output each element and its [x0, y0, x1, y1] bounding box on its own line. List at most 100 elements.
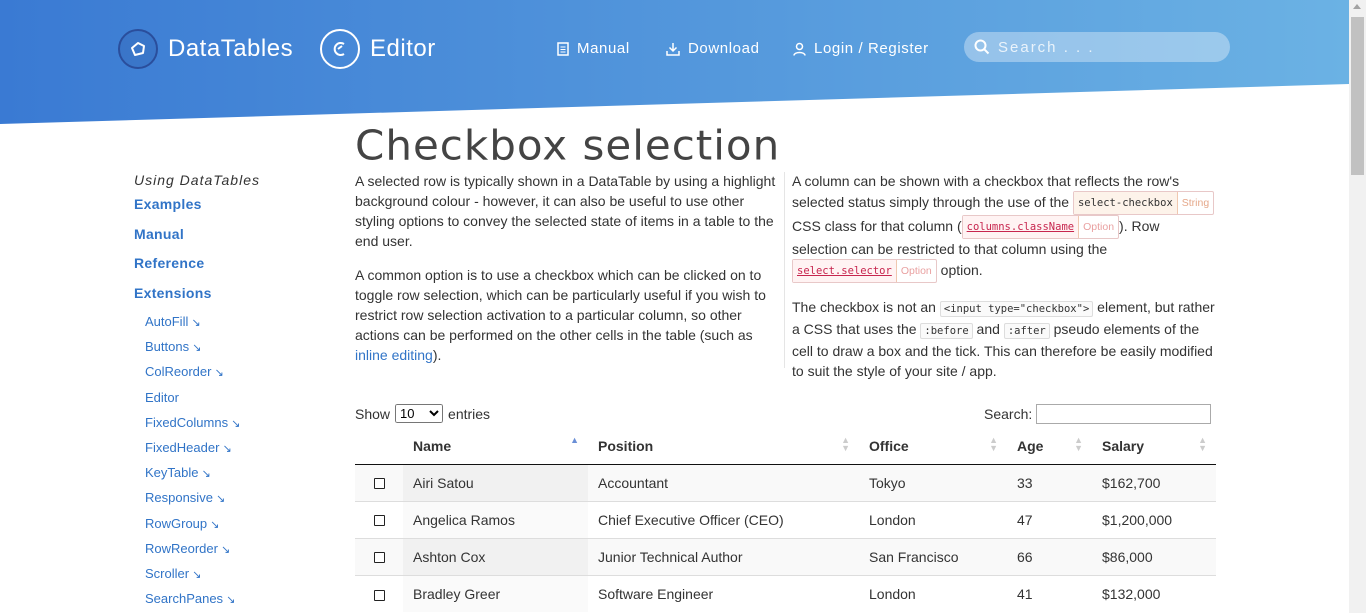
scrollbar-thumb[interactable] — [1351, 17, 1364, 175]
intro-paragraph: A common option is to use a checkbox whi… — [355, 265, 780, 365]
inline-editing-link[interactable]: inline editing — [355, 347, 433, 363]
sidebar-link-manual[interactable]: Manual — [134, 226, 334, 256]
sidebar-ext-fixedheader[interactable]: FixedHeader ↘ — [134, 440, 334, 465]
cell-salary: $132,000 — [1092, 574, 1216, 612]
document-icon — [557, 41, 569, 56]
tag-type: Option — [1083, 221, 1115, 233]
download-icon — [666, 42, 680, 56]
nav-manual-link[interactable]: Manual — [557, 40, 630, 57]
intro-paragraph: A column can be shown with a checkbox th… — [792, 171, 1217, 283]
external-arrow-icon: ↘ — [191, 317, 201, 329]
ext-label: ColReorder — [145, 364, 212, 380]
header-position[interactable]: Position ▲ ▼ — [588, 428, 859, 465]
checkbox-icon[interactable] — [373, 589, 385, 601]
table-filter: Search: — [984, 404, 1212, 424]
ext-label: Editor — [145, 389, 179, 405]
sort-both-icon: ▲ ▼ — [841, 435, 850, 453]
tag-type: Option — [900, 265, 932, 277]
sidebar-ext-autofill[interactable]: AutoFill ↘ — [134, 314, 334, 339]
table-search-label: Search: — [984, 406, 1033, 422]
header-salary[interactable]: Salary ▲ ▼ — [1092, 428, 1216, 465]
sidebar-link-extensions[interactable]: Extensions — [134, 285, 334, 315]
cell-salary: $1,200,000 — [1092, 500, 1216, 538]
data-table: Name ▲ Position ▲ ▼ Office ▲ ▼ Age ▲ ▼ Salary ▲ ▼… — [355, 428, 1216, 612]
select-checkbox-cell[interactable] — [355, 463, 403, 501]
sidebar-link-examples[interactable]: Examples — [134, 196, 334, 226]
ext-label: SearchPanes — [145, 591, 224, 607]
sidebar-ext-fixedcolumns[interactable]: FixedColumns ↘ — [134, 415, 334, 440]
page-scrollbar[interactable] — [1349, 0, 1366, 613]
ext-label: RowReorder — [145, 540, 218, 556]
inline-code: :after — [1003, 323, 1050, 339]
table-row[interactable]: Ashton Cox Junior Technical Author San F… — [355, 537, 1216, 575]
site-search-input[interactable] — [998, 38, 1208, 56]
cell-name: Airi Satou — [403, 463, 588, 501]
editor-brand-link[interactable]: Editor — [320, 29, 436, 69]
external-arrow-icon: ↘ — [215, 493, 226, 506]
cell-office: San Francisco — [859, 537, 1007, 575]
sidebar-ext-editor[interactable]: Editor — [134, 390, 334, 415]
intro-paragraph: The checkbox is not an <input type="chec… — [792, 297, 1217, 381]
sort-asc-icon: ▲ — [570, 435, 579, 445]
sidebar-ext-scroller[interactable]: Scroller ↘ — [134, 566, 334, 591]
ext-label: Scroller — [145, 565, 190, 581]
external-arrow-icon: ↘ — [210, 518, 220, 531]
header-label: Age — [1017, 437, 1044, 454]
ext-label: Buttons — [145, 339, 190, 355]
sidebar-ext-searchpanes[interactable]: SearchPanes ↘ — [134, 591, 334, 613]
checkbox-icon[interactable] — [373, 478, 385, 490]
tag-name: columns.className — [962, 216, 1080, 238]
sidebar-ext-rowgroup[interactable]: RowGroup ↘ — [134, 516, 334, 541]
datatables-brand-link[interactable]: DataTables — [118, 29, 293, 69]
external-arrow-icon: ↘ — [201, 468, 211, 481]
tag-type: String — [1181, 197, 1210, 209]
scroll-up-arrow-icon[interactable] — [1353, 4, 1361, 9]
header-age[interactable]: Age ▲ ▼ — [1007, 428, 1092, 465]
columns-classname-tag[interactable]: columns.className Option — [961, 215, 1120, 239]
sidebar-ext-rowreorder[interactable]: RowReorder ↘ — [134, 541, 334, 566]
checkbox-icon[interactable] — [373, 552, 385, 564]
page-length-select[interactable]: 10 — [395, 404, 444, 423]
header-office[interactable]: Office ▲ ▼ — [859, 428, 1007, 465]
cell-position: Software Engineer — [588, 574, 859, 612]
nav-download-link[interactable]: Download — [666, 40, 760, 57]
table-search-input[interactable] — [1036, 404, 1212, 424]
search-icon — [974, 39, 990, 55]
site-search — [964, 32, 1230, 62]
ext-label: KeyTable — [145, 465, 199, 481]
column-divider — [784, 172, 785, 368]
sidebar-link-reference[interactable]: Reference — [134, 255, 334, 285]
paragraph-text: and — [972, 321, 1004, 337]
external-arrow-icon: ↘ — [214, 367, 224, 380]
table-row[interactable]: Angelica Ramos Chief Executive Officer (… — [355, 500, 1216, 538]
select-checkbox-cell[interactable] — [355, 574, 403, 612]
cell-office: London — [859, 500, 1007, 538]
site-header: DataTables Editor Manual Download Login … — [0, 0, 1349, 125]
cell-age: 41 — [1007, 574, 1092, 612]
external-arrow-icon: ↘ — [231, 417, 241, 430]
select-selector-tag[interactable]: select.selector Option — [792, 259, 937, 283]
sidebar-ext-colreorder[interactable]: ColReorder ↘ — [134, 364, 334, 389]
select-checkbox-cell[interactable] — [355, 500, 403, 538]
paragraph-text: The checkbox is not an — [792, 299, 940, 315]
brand-datatables-label: DataTables — [168, 35, 294, 62]
sidebar-ext-buttons[interactable]: Buttons ↘ — [134, 339, 334, 364]
inline-code: :before — [920, 323, 973, 339]
nav-login-link[interactable]: Login / Register — [793, 40, 929, 57]
table-row[interactable]: Airi Satou Accountant Tokyo 33 $162,700 — [355, 463, 1216, 501]
sidebar-ext-keytable[interactable]: KeyTable ↘ — [134, 465, 334, 490]
cell-office: Tokyo — [859, 463, 1007, 501]
select-checkbox-cell[interactable] — [355, 537, 403, 575]
table-row[interactable]: Bradley Greer Software Engineer London 4… — [355, 574, 1216, 612]
paragraph-text: A common option is to use a checkbox whi… — [355, 267, 766, 343]
header-name[interactable]: Name ▲ — [403, 428, 588, 465]
page-title: Checkbox selection — [355, 121, 781, 170]
select-checkbox-tag[interactable]: select-checkbox String — [1072, 191, 1215, 215]
sidebar-ext-responsive[interactable]: Responsive ↘ — [134, 490, 334, 515]
tag-name: select.selector — [793, 260, 897, 282]
ext-label: FixedColumns — [145, 414, 229, 430]
checkbox-icon[interactable] — [373, 515, 385, 527]
nav-login-label: Login / Register — [814, 40, 929, 57]
external-arrow-icon: ↘ — [226, 594, 236, 607]
ext-label: Responsive — [145, 490, 213, 506]
